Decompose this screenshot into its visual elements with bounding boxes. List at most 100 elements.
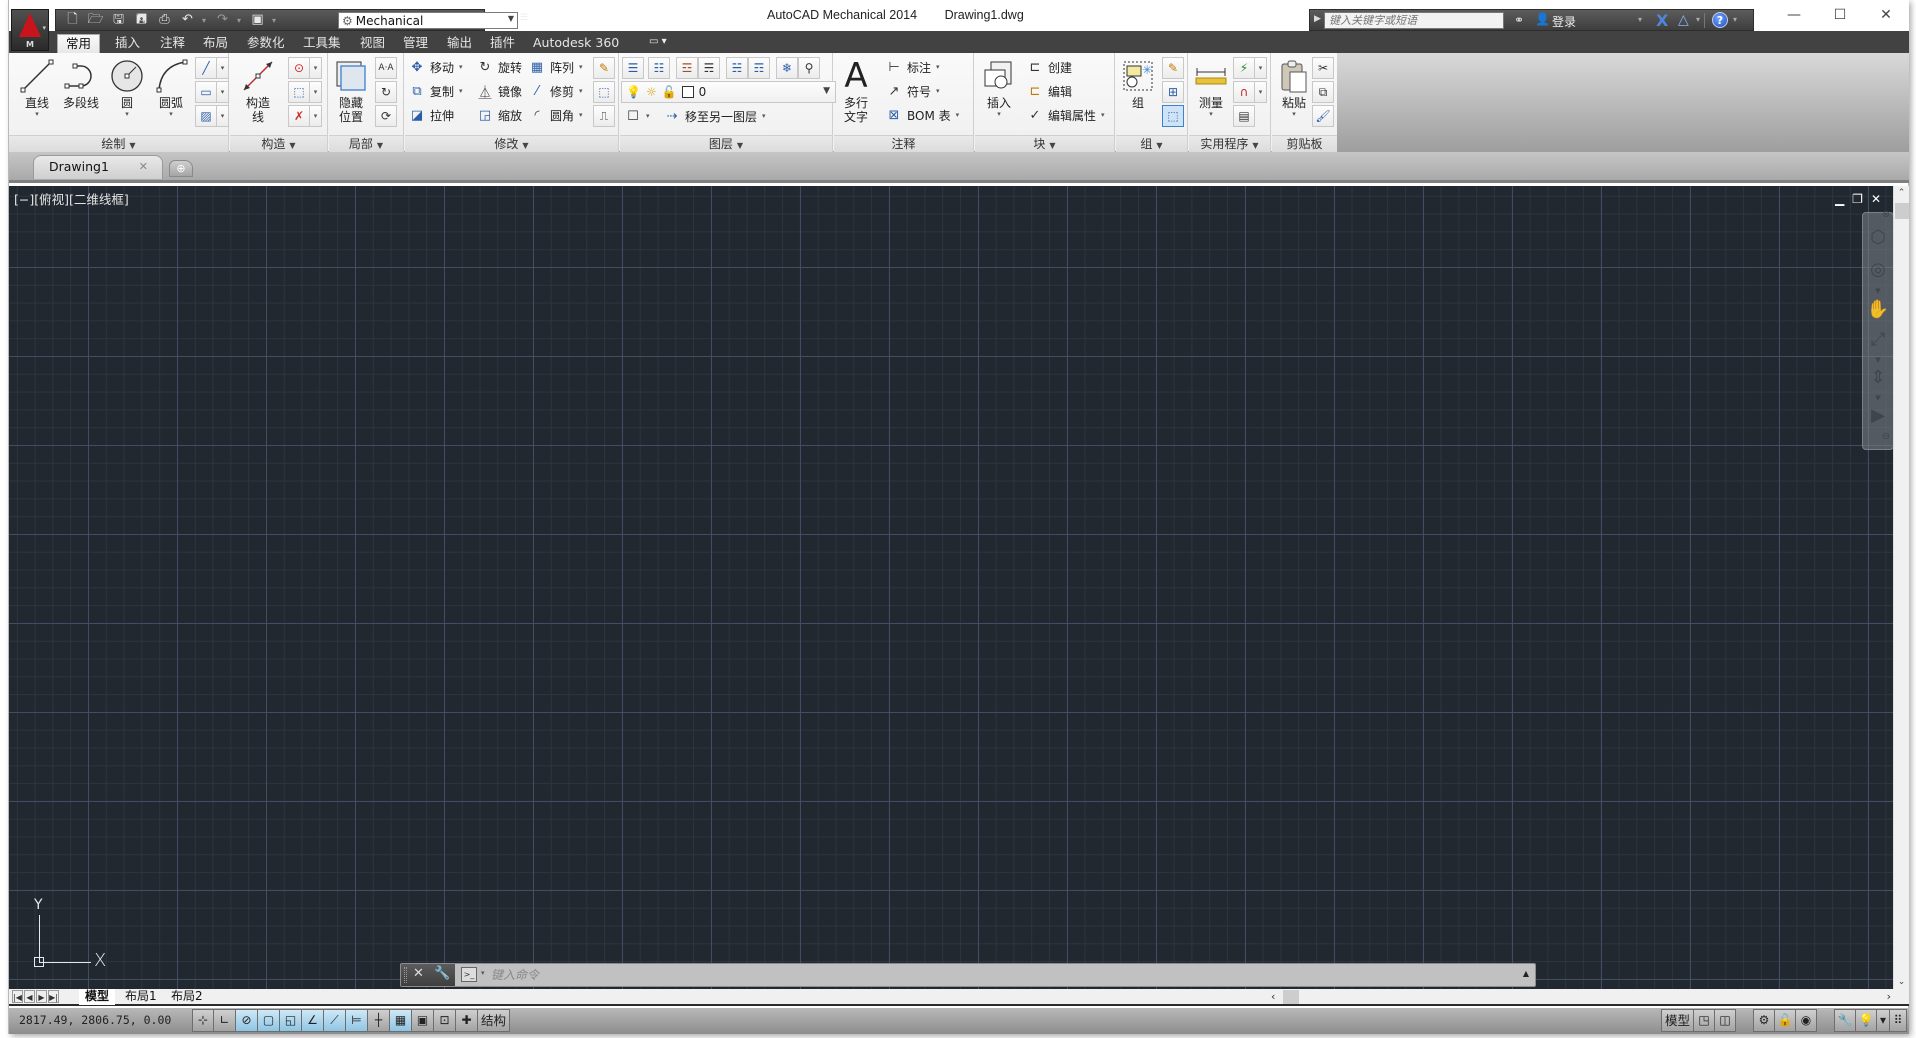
chevron-down-icon[interactable]: ▼ <box>1863 287 1893 295</box>
panel-group-title[interactable]: 组 ▼ <box>1116 135 1187 152</box>
mirror-button[interactable]: ⏅ 镜像 <box>475 80 522 102</box>
command-line-handle[interactable]: ✕ 🔧 <box>401 964 455 986</box>
grip-icon[interactable] <box>404 967 407 983</box>
new-icon[interactable]: 🗋 <box>64 12 81 28</box>
delete-construction-button[interactable]: ✗ <box>288 105 310 127</box>
a360-dropdown-icon[interactable]: ▾ <box>1696 15 1700 24</box>
minimize-button[interactable]: — <box>1771 0 1817 31</box>
group-edit-button[interactable]: ✎ <box>1162 57 1184 79</box>
showmotion-icon[interactable]: ▶ <box>1863 405 1893 426</box>
command-history-toggle-icon[interactable]: ▲ <box>1523 969 1529 978</box>
bom-button[interactable]: ⊠ BOM 表 ▾ <box>884 104 960 126</box>
calculator-button[interactable]: ▤ <box>1233 105 1255 127</box>
autodesk-360-icon[interactable]: △ <box>1678 12 1689 28</box>
chevron-down-icon[interactable]: ▾ <box>217 105 229 127</box>
quick-view-layouts-button[interactable]: ◳ <box>1693 1009 1715 1032</box>
construction-rect-button[interactable]: ⬚ <box>288 81 310 103</box>
measure-button[interactable]: 测量 ▾ <box>1189 56 1233 118</box>
panel-block-title[interactable]: 块 ▼ <box>975 135 1114 152</box>
erase-button[interactable]: ✎ <box>593 57 615 79</box>
explode-button[interactable]: ⬚ <box>593 81 615 103</box>
chevron-down-icon[interactable]: ▼ <box>1863 394 1893 402</box>
create-block-button[interactable]: ⊏ 创建 <box>1025 56 1072 78</box>
next-layout-icon[interactable]: ▶ <box>36 990 47 1003</box>
save-as-icon[interactable]: 🖪 <box>133 12 150 28</box>
save-icon[interactable]: 🖫 <box>110 12 127 28</box>
panel-local-title[interactable]: 局部 ▼ <box>329 135 403 152</box>
layer-properties-button[interactable]: ☰ <box>622 57 644 79</box>
drawing-viewport[interactable]: [−][俯视][二维线框] ▁ ❐ ✕ ⊗ ⬡ ◎ ▼ ✋ ⤢ ▼ ⇕ ▼ ▶ … <box>9 186 1893 989</box>
layer-color-button[interactable]: ☐ ▾ <box>623 105 656 127</box>
viewport-controls-label[interactable]: [−][俯视][二维线框] <box>14 189 129 208</box>
hatch-button[interactable]: ▨ <box>195 105 217 127</box>
layer-state-button[interactable]: ☷ <box>648 57 670 79</box>
group-button[interactable]: ✳ 组 <box>1116 56 1160 110</box>
search-input[interactable] <box>1324 12 1504 29</box>
layer-previous-button[interactable]: ☴ <box>698 57 720 79</box>
layer-unisolate-button[interactable]: ☶ <box>748 57 770 79</box>
maximize-button[interactable]: ☐ <box>1817 0 1863 31</box>
edit-block-button[interactable]: ⊏ 编辑 <box>1025 80 1072 102</box>
command-input[interactable] <box>491 966 1501 984</box>
object-snap-toggle[interactable]: ∠ <box>302 1009 324 1032</box>
tab-toolsets[interactable]: 工具集 <box>295 34 349 53</box>
settings-wrench-icon[interactable]: 🔧 <box>1834 1009 1856 1032</box>
scroll-thumb[interactable] <box>1895 203 1909 219</box>
layer-off-button[interactable]: ⚲ <box>798 57 820 79</box>
polar-tracking-toggle[interactable]: ◱ <box>280 1009 302 1032</box>
layer-dropdown[interactable]: 💡 ☼ 🔓 0 ▼ <box>621 81 836 103</box>
hide-position-button[interactable]: 隐藏 位置 <box>329 56 373 124</box>
plot-dropdown-icon[interactable]: ▾ <box>272 16 278 25</box>
redo-icon[interactable]: ↷ <box>214 12 231 28</box>
insert-block-button[interactable]: 插入 ▾ <box>977 56 1021 118</box>
move-button[interactable]: ✥ 移动 ▾ <box>407 56 463 78</box>
close-icon[interactable]: ⊗ <box>1863 209 1893 220</box>
scroll-up-icon[interactable]: ⌃ <box>1894 188 1909 198</box>
layout-tab-layout2[interactable]: 布局2 <box>165 989 209 1005</box>
symbol-button[interactable]: ↗ 符号 ▾ <box>884 80 940 102</box>
quick-properties-toggle[interactable]: ⊡ <box>434 1009 456 1032</box>
scroll-right-icon[interactable]: › <box>1887 990 1891 1003</box>
dimension-button[interactable]: ⊢ 标注 ▾ <box>884 56 939 78</box>
customize-qat-icon[interactable]: ☰ <box>520 13 528 23</box>
workspace-switching-icon[interactable]: ⚙ <box>1753 1009 1775 1032</box>
construction-line-button[interactable]: ╱ <box>195 57 217 79</box>
chevron-down-icon[interactable]: ▼ <box>1863 356 1893 364</box>
help-dropdown-icon[interactable]: ▾ <box>1733 15 1737 24</box>
panel-construct-title[interactable]: 构造 ▼ <box>230 135 327 152</box>
tab-insert[interactable]: 插入 <box>107 34 148 53</box>
text-swap-button[interactable]: A·A <box>375 57 397 79</box>
redo-dropdown-icon[interactable]: ▾ <box>237 16 243 25</box>
layer-freeze-button[interactable]: ❄ <box>776 57 798 79</box>
tab-view[interactable]: 视图 <box>352 34 393 53</box>
close-icon[interactable]: ✕ <box>413 966 424 981</box>
edit-attributes-button[interactable]: ✓ 编辑属性 ▾ <box>1025 104 1105 126</box>
snap-button[interactable]: ∩ <box>1233 81 1255 103</box>
recent-commands-dropdown-icon[interactable]: ▾ <box>481 969 485 977</box>
chevron-down-icon[interactable]: ▾ <box>217 81 229 103</box>
zoom-extents-icon[interactable]: ⤢ <box>1863 329 1893 350</box>
construction-circle-button[interactable]: ⊙ <box>288 57 310 79</box>
paste-button[interactable]: 粘贴 ▾ <box>1272 56 1316 118</box>
scroll-thumb[interactable] <box>1283 990 1299 1004</box>
hardware-acceleration-icon[interactable]: ◉ <box>1795 1009 1817 1032</box>
doc-tab-drawing1[interactable]: Drawing1 ✕ <box>33 155 163 179</box>
rotate-swap-button[interactable]: ↻ <box>375 81 397 103</box>
fillet-button[interactable]: ◜ 圆角 ▾ <box>527 104 582 126</box>
array-button[interactable]: ▦ 阵列 ▾ <box>527 56 583 78</box>
stretch-button[interactable]: ◪ 拉伸 <box>407 104 454 126</box>
application-menu-button[interactable]: M ▾ <box>11 9 49 51</box>
pan-hand-icon[interactable]: ✋ <box>1863 299 1893 320</box>
cut-button[interactable]: ✂ <box>1312 57 1334 79</box>
refresh-button[interactable]: ⟳ <box>375 105 397 127</box>
clean-screen-icon[interactable]: ⠿ <box>1889 1009 1907 1032</box>
navbar-options-icon[interactable]: ⊖ <box>1863 431 1893 442</box>
coordinates-readout[interactable]: 2817.49, 2806.75, 0.00 <box>19 1013 171 1027</box>
layout-tab-model[interactable]: 模型 <box>79 989 116 1005</box>
quick-view-drawings-button[interactable]: ◫ <box>1714 1009 1736 1032</box>
transparency-toggle[interactable]: ▣ <box>412 1009 434 1032</box>
tab-plugins[interactable]: 插件 <box>482 34 523 53</box>
wrench-icon[interactable]: 🔧 <box>434 966 450 981</box>
tab-annotate[interactable]: 注释 <box>152 34 193 53</box>
panel-modify-title[interactable]: 修改 ▼ <box>405 135 618 152</box>
